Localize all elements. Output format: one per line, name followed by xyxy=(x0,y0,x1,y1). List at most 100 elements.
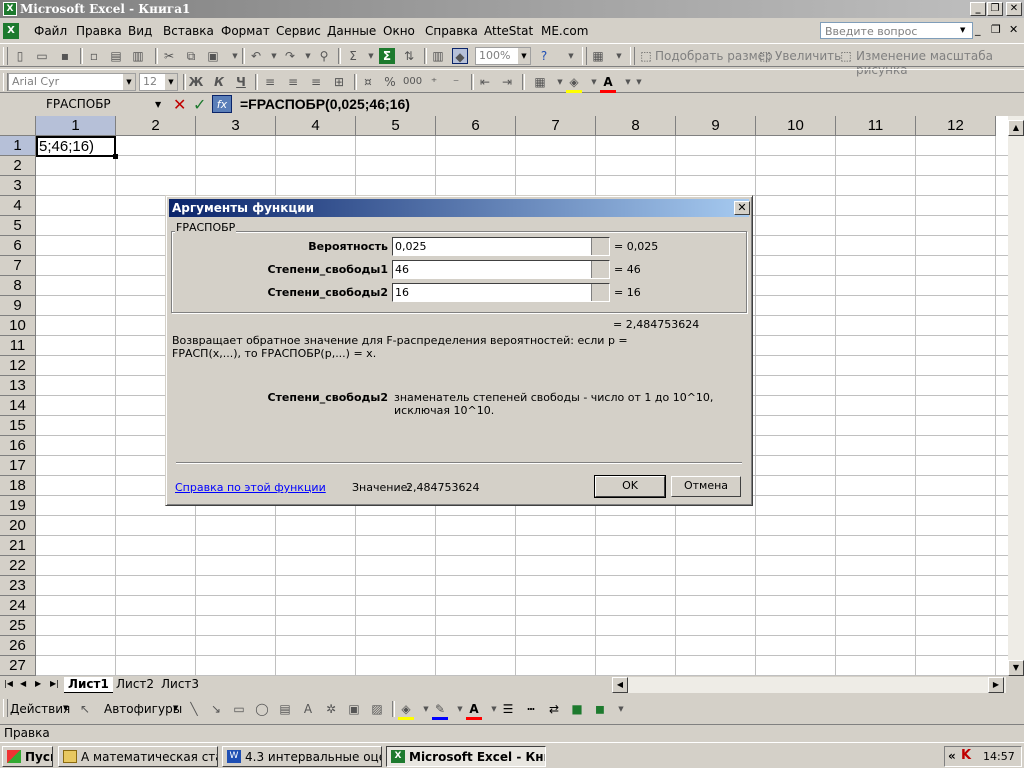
row-header[interactable]: 23 xyxy=(0,576,36,596)
fit-size-icon[interactable]: ⬚ xyxy=(638,48,654,64)
row-header[interactable]: 8 xyxy=(0,276,36,296)
row-header[interactable]: 22 xyxy=(0,556,36,576)
row-header[interactable]: 26 xyxy=(0,636,36,656)
actions-menu[interactable]: Действия xyxy=(10,702,70,716)
dialog-close-button[interactable]: ✕ xyxy=(734,201,750,215)
column-header[interactable]: 1 xyxy=(36,116,116,136)
picture-icon[interactable]: ▨ xyxy=(369,701,385,717)
menu-help[interactable]: Справка xyxy=(425,24,478,38)
menu-tools[interactable]: Сервис xyxy=(276,24,321,38)
arg-input-df2[interactable]: 16 xyxy=(392,283,610,302)
row-header[interactable]: 11 xyxy=(0,336,36,356)
name-box-dropdown-icon[interactable]: ▼ xyxy=(155,100,161,109)
decrease-decimal-icon[interactable]: ⁻ xyxy=(448,74,464,90)
collapse-dialog-icon[interactable] xyxy=(591,238,609,255)
rectangle-icon[interactable]: ▭ xyxy=(231,701,247,717)
workbook-icon[interactable]: X xyxy=(3,23,19,39)
enlarge-button[interactable]: Увеличить xyxy=(775,49,841,63)
tray-expand-icon[interactable]: « xyxy=(948,749,956,763)
sheet-tab-2[interactable]: Лист2 xyxy=(112,677,158,692)
task-folder[interactable]: А математическая стат... xyxy=(58,746,218,767)
cancel-icon[interactable]: ✕ xyxy=(173,95,186,114)
copy-icon[interactable]: ⧉ xyxy=(183,48,199,64)
column-header[interactable]: 11 xyxy=(836,116,916,136)
toolbar-options-icon[interactable]: ▼ xyxy=(566,48,576,64)
scale-picture-icon[interactable]: ⬚ xyxy=(838,48,854,64)
undo-dropdown-icon[interactable]: ▼ xyxy=(266,48,282,64)
column-header[interactable]: 7 xyxy=(516,116,596,136)
line-style-icon[interactable]: ☰ xyxy=(500,701,516,717)
undo-icon[interactable]: ↶ xyxy=(248,48,264,64)
row-header[interactable]: 9 xyxy=(0,296,36,316)
cut-icon[interactable]: ✂ xyxy=(161,48,177,64)
prev-sheet-icon[interactable]: ◀ xyxy=(20,679,26,688)
dash-style-icon[interactable]: ┅ xyxy=(523,701,539,717)
collapse-dialog-icon[interactable] xyxy=(591,284,609,301)
doc-close-button[interactable]: ✕ xyxy=(1009,23,1018,36)
draw-font-color-icon[interactable]: A xyxy=(466,701,482,720)
font-size-combo[interactable]: 12 ▼ xyxy=(139,73,178,91)
insert-function-icon[interactable]: Σ xyxy=(379,48,395,64)
column-header[interactable]: 5 xyxy=(356,116,436,136)
row-header[interactable]: 24 xyxy=(0,596,36,616)
menu-data[interactable]: Данные xyxy=(327,24,376,38)
ok-button[interactable]: OK xyxy=(594,475,666,498)
scroll-down-icon[interactable]: ▼ xyxy=(1008,660,1024,676)
draw-fill-color-icon[interactable]: ◈ xyxy=(398,701,414,720)
font-color-icon[interactable]: A xyxy=(600,74,616,93)
zoom-dropdown-icon[interactable]: ▼ xyxy=(518,48,530,64)
doc-restore-button[interactable]: ❐ xyxy=(991,23,1001,36)
menu-attestat[interactable]: AtteStat xyxy=(484,24,533,38)
row-header[interactable]: 16 xyxy=(0,436,36,456)
research-icon[interactable]: ⚲ xyxy=(316,48,332,64)
print-preview-icon[interactable]: ▥ xyxy=(130,48,146,64)
oval-icon[interactable]: ◯ xyxy=(254,701,270,717)
bookmark-icon[interactable]: ▦ xyxy=(590,48,606,64)
arrow-icon[interactable]: ↘ xyxy=(208,701,224,717)
redo-icon[interactable]: ↷ xyxy=(282,48,298,64)
row-header[interactable]: 1 xyxy=(0,136,36,156)
bold-button[interactable]: Ж xyxy=(188,74,204,90)
column-header[interactable]: 2 xyxy=(116,116,196,136)
name-box[interactable]: FРАСПОБР xyxy=(0,95,166,114)
menu-mecom[interactable]: ME.com xyxy=(541,24,588,38)
cancel-button[interactable]: Отмена xyxy=(671,476,741,497)
row-header[interactable]: 18 xyxy=(0,476,36,496)
column-header[interactable]: 3 xyxy=(196,116,276,136)
row-header[interactable]: 3 xyxy=(0,176,36,196)
shadow-style-icon[interactable]: ■ xyxy=(569,701,585,717)
wordart-icon[interactable]: A xyxy=(300,701,316,717)
row-header[interactable]: 17 xyxy=(0,456,36,476)
autoshapes-dropdown-icon[interactable]: ▼ xyxy=(173,704,178,712)
task-word[interactable]: W 4.3 интервальные оцен... xyxy=(222,746,382,767)
arg-input-df1[interactable]: 46 xyxy=(392,260,610,279)
row-header[interactable]: 2 xyxy=(0,156,36,176)
maximize-button[interactable]: ❐ xyxy=(987,2,1003,16)
save-icon[interactable]: ▪ xyxy=(57,48,73,64)
enlarge-icon[interactable]: ⬚ xyxy=(757,48,773,64)
column-header[interactable]: 8 xyxy=(596,116,676,136)
menu-window[interactable]: Окно xyxy=(383,24,415,38)
draw-toolbar-options-icon[interactable]: ▼ xyxy=(616,701,626,717)
fill-handle[interactable] xyxy=(113,154,118,159)
enter-icon[interactable]: ✓ xyxy=(193,95,206,114)
underline-button[interactable]: Ч xyxy=(233,74,249,90)
autosum-dropdown-icon[interactable]: ▼ xyxy=(363,48,379,64)
paste-icon[interactable]: ▣ xyxy=(205,48,221,64)
column-header[interactable]: 12 xyxy=(916,116,996,136)
3d-style-icon[interactable]: ◼ xyxy=(592,701,608,717)
format-toolbar-options-icon[interactable]: ▼ xyxy=(634,74,644,90)
row-header[interactable]: 4 xyxy=(0,196,36,216)
diagram-icon[interactable]: ✲ xyxy=(323,701,339,717)
row-header[interactable]: 21 xyxy=(0,536,36,556)
italic-button[interactable]: К xyxy=(211,74,227,90)
fill-color-icon[interactable]: ◈ xyxy=(566,74,582,93)
row-header[interactable]: 12 xyxy=(0,356,36,376)
select-all-corner[interactable] xyxy=(0,116,36,136)
thousands-button[interactable]: 000 xyxy=(403,74,422,90)
font-size-dropdown-icon[interactable]: ▼ xyxy=(165,74,177,90)
autoshapes-menu[interactable]: Автофигуры xyxy=(104,702,182,716)
insert-function-fx-icon[interactable]: fx xyxy=(212,95,232,113)
start-button[interactable]: Пуск xyxy=(2,746,53,767)
chart-wizard-icon[interactable]: ▥ xyxy=(430,48,446,64)
